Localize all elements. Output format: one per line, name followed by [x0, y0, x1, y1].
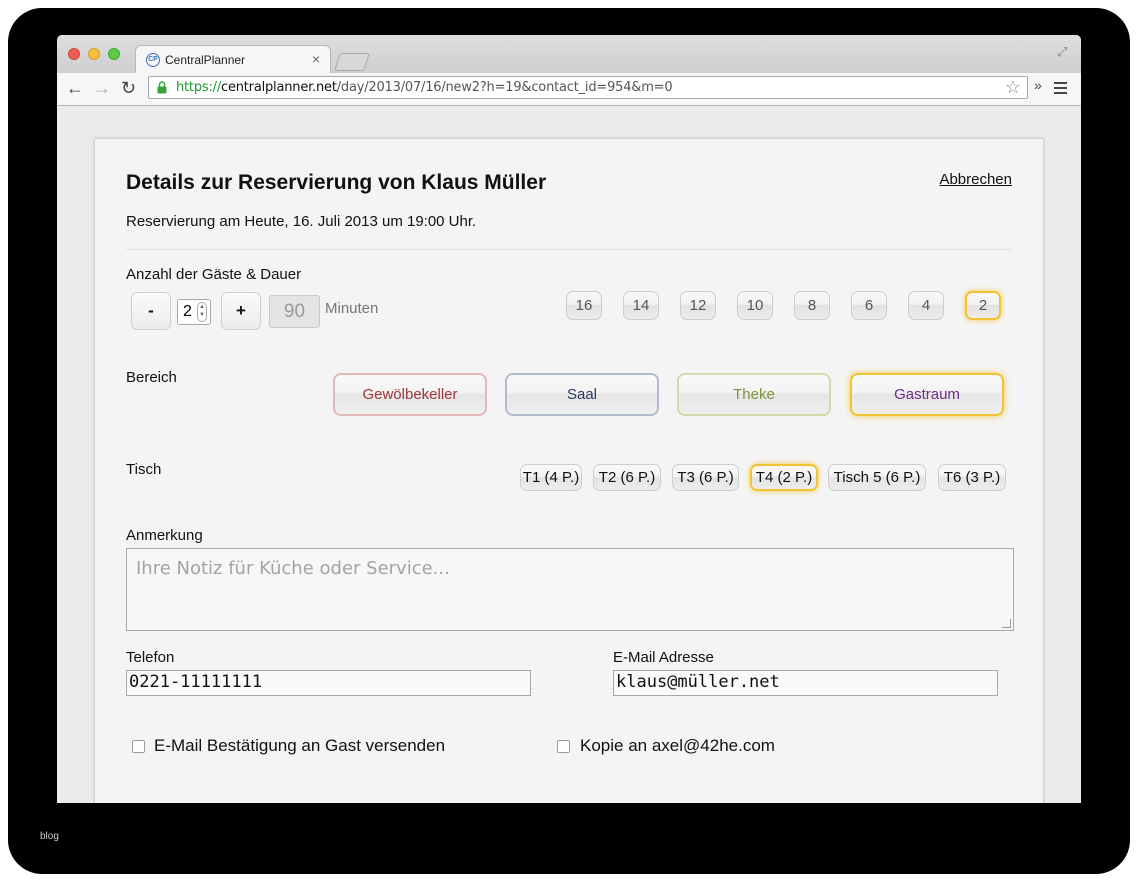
note-placeholder: Ihre Notiz für Küche oder Service...: [136, 558, 450, 579]
resize-grip-icon[interactable]: [1002, 619, 1011, 628]
address-bar[interactable]: https://centralplanner.net/day/2013/07/1…: [148, 76, 1028, 99]
fullscreen-icon[interactable]: ⤢: [1057, 44, 1067, 60]
table-t2-button[interactable]: T2 (6 P.): [593, 464, 661, 491]
forward-arrow-icon[interactable]: →: [93, 78, 111, 98]
browser-toolbar: ← → ↻ https://centralplanner.net/day/201…: [57, 73, 1081, 106]
bookmark-star-icon[interactable]: ☆: [1005, 77, 1021, 98]
page-title: Details zur Reservierung von Klaus Mülle…: [126, 171, 547, 194]
guests-16-button[interactable]: 16: [566, 291, 602, 320]
area-theke-button[interactable]: Theke: [677, 373, 831, 416]
copy-checkbox[interactable]: [557, 740, 570, 753]
send-confirmation-label[interactable]: E-Mail Bestätigung an Gast versenden: [154, 736, 445, 756]
table-t5-button[interactable]: Tisch 5 (6 P.): [828, 464, 926, 491]
increase-guests-button[interactable]: +: [221, 292, 261, 330]
table-t3-button[interactable]: T3 (6 P.): [672, 464, 739, 491]
cancel-link[interactable]: Abbrechen: [939, 171, 1012, 188]
guests-2-button[interactable]: 2: [965, 291, 1001, 320]
guests-4-button[interactable]: 4: [908, 291, 944, 320]
table-t4-button[interactable]: T4 (2 P.): [750, 464, 818, 491]
send-confirmation-checkbox[interactable]: [132, 740, 145, 753]
extensions-overflow-icon[interactable]: »: [1034, 77, 1042, 93]
spinner-arrows-icon[interactable]: ▲ ▼: [197, 302, 207, 322]
table-t1-button[interactable]: T1 (4 P.): [520, 464, 582, 491]
tab-close-icon[interactable]: ×: [312, 51, 320, 67]
browser-tab[interactable]: CP CentralPlanner ×: [135, 45, 331, 73]
email-label: E-Mail Adresse: [613, 649, 714, 666]
copy-label[interactable]: Kopie an axel@42he.com: [580, 736, 775, 756]
close-window-button[interactable]: [68, 48, 80, 60]
guests-6-button[interactable]: 6: [851, 291, 887, 320]
table-label: Tisch: [126, 461, 162, 478]
menu-icon[interactable]: [1054, 82, 1067, 97]
tab-strip: CP CentralPlanner × ⤢: [57, 35, 1081, 73]
favicon-icon: CP: [146, 53, 160, 67]
watermark: blog: [40, 831, 59, 842]
url-text: https://centralplanner.net/day/2013/07/1…: [176, 80, 673, 95]
area-gewoelbekeller-button[interactable]: Gewölbekeller: [333, 373, 487, 416]
reload-icon[interactable]: ↻: [121, 78, 136, 98]
area-label: Bereich: [126, 369, 177, 386]
table-t6-button[interactable]: T6 (3 P.): [938, 464, 1006, 491]
guests-12-button[interactable]: 12: [680, 291, 716, 320]
guest-count-input[interactable]: 2 ▲ ▼: [177, 299, 211, 325]
browser-window: CP CentralPlanner × ⤢ ← → ↻ https://cent…: [57, 35, 1081, 803]
area-saal-button[interactable]: Saal: [505, 373, 659, 416]
guests-14-button[interactable]: 14: [623, 291, 659, 320]
new-tab-button[interactable]: [334, 53, 370, 71]
guests-8-button[interactable]: 8: [794, 291, 830, 320]
duration-field[interactable]: 90: [269, 295, 320, 328]
note-label: Anmerkung: [126, 527, 203, 544]
duration-unit: Minuten: [325, 300, 379, 317]
minimize-window-button[interactable]: [88, 48, 100, 60]
divider: [126, 249, 1012, 250]
back-arrow-icon[interactable]: ←: [66, 78, 84, 98]
reservation-date: Reservierung am Heute, 16. Juli 2013 um …: [126, 213, 477, 230]
phone-label: Telefon: [126, 649, 175, 666]
lock-icon: [157, 81, 167, 94]
guests-label: Anzahl der Gäste & Dauer: [126, 266, 302, 283]
page-viewport: Details zur Reservierung von Klaus Mülle…: [57, 106, 1081, 803]
email-field[interactable]: klaus@müller.net: [613, 670, 998, 696]
phone-field[interactable]: 0221-11111111: [126, 670, 531, 696]
note-textarea[interactable]: Ihre Notiz für Küche oder Service...: [126, 548, 1014, 631]
decrease-guests-button[interactable]: -: [131, 292, 171, 330]
guests-10-button[interactable]: 10: [737, 291, 773, 320]
reservation-card: Details zur Reservierung von Klaus Mülle…: [94, 138, 1044, 803]
zoom-window-button[interactable]: [108, 48, 120, 60]
area-gastraum-button[interactable]: Gastraum: [850, 373, 1004, 416]
tab-title: CentralPlanner: [165, 53, 246, 67]
